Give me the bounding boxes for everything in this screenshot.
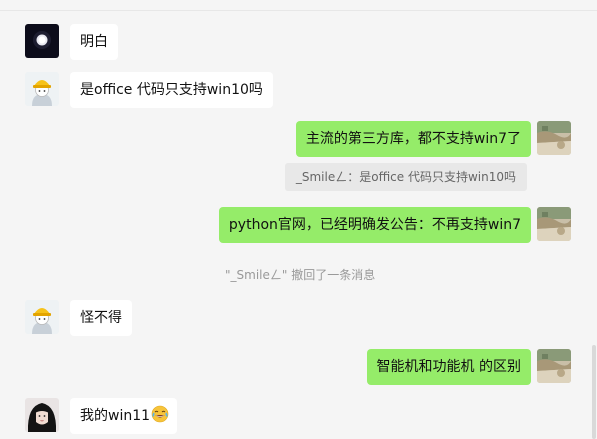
avatar[interactable] [25,300,59,334]
message-bubble[interactable]: 是office 代码只支持win10吗 [70,72,273,108]
quoted-reply[interactable]: _Smileㄥ：是office 代码只支持win10吗 [284,163,527,191]
message-bubble[interactable]: 智能机和功能机 的区别 [366,349,531,385]
avatar[interactable] [537,207,571,241]
message-bubble[interactable]: 我的win11 [70,398,178,434]
avatar[interactable] [537,121,571,155]
avatar[interactable] [25,72,59,106]
avatar[interactable] [25,398,59,432]
scrollbar[interactable] [591,0,597,439]
message-text: 我的win11 [80,408,151,424]
message-bubble[interactable]: python官网，已经明确发公告：不再支持win7 [218,207,531,243]
divider [0,10,597,11]
scrollbar-thumb[interactable] [592,345,596,439]
avatar[interactable] [25,24,59,58]
laughing-tears-emoji-icon [151,401,169,423]
message-bubble[interactable]: 主流的第三方库，都不支持win7了 [295,121,531,157]
avatar[interactable] [537,349,571,383]
recall-notice: "_Smileㄥ" 撤回了一条消息 [225,268,376,282]
message-bubble[interactable]: 明白 [70,24,118,60]
chat-message-area: 明白 是office 代码只支持win10吗 主流的第三方库，都不支持win7了… [0,0,597,439]
message-bubble[interactable]: 怪不得 [70,300,132,336]
